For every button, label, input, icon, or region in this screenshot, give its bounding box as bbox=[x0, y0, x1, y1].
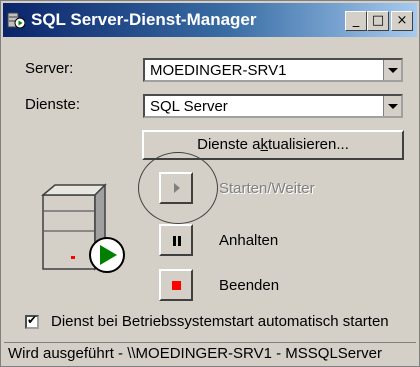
service-manager-window: SQL Server-Dienst-Manager _ □ × Server: … bbox=[0, 0, 420, 367]
server-combobox[interactable]: MOEDINGER-SRV1 bbox=[143, 58, 403, 82]
window-title: SQL Server-Dienst-Manager bbox=[31, 10, 257, 29]
chevron-down-icon[interactable] bbox=[383, 60, 401, 80]
sql-server-app-icon bbox=[7, 12, 25, 29]
pause-button[interactable] bbox=[159, 224, 193, 256]
highlight-circle bbox=[138, 152, 218, 224]
services-value: SQL Server bbox=[150, 98, 228, 115]
close-button[interactable]: × bbox=[391, 11, 413, 31]
pause-label: Anhalten bbox=[219, 232, 279, 249]
refresh-label-pre: Dienste a bbox=[197, 136, 261, 153]
refresh-label-post: tualisieren... bbox=[268, 136, 349, 153]
server-label: Server: bbox=[25, 60, 74, 77]
chevron-down-icon[interactable] bbox=[383, 96, 401, 116]
stop-label: Beenden bbox=[219, 277, 280, 294]
services-combobox[interactable]: SQL Server bbox=[143, 94, 403, 118]
pause-icon bbox=[173, 236, 181, 246]
status-bar: Wird ausgeführt - \\MOEDINGER-SRV1 - MSS… bbox=[4, 342, 416, 364]
autostart-label[interactable]: Dienst bei Betriebssystemstart automatis… bbox=[51, 313, 389, 330]
autostart-checkbox[interactable] bbox=[25, 313, 39, 329]
minimize-button[interactable]: _ bbox=[345, 11, 367, 31]
start-label: Starten/Weiter bbox=[219, 180, 315, 197]
stop-icon bbox=[172, 281, 181, 290]
stop-button[interactable] bbox=[159, 269, 193, 301]
server-value: MOEDINGER-SRV1 bbox=[150, 62, 287, 79]
server-status-icon bbox=[41, 183, 125, 273]
services-label: Dienste: bbox=[25, 96, 81, 113]
title-bar[interactable]: SQL Server-Dienst-Manager _ □ × bbox=[3, 3, 417, 37]
refresh-label-accel: k bbox=[260, 136, 269, 153]
maximize-button[interactable]: □ bbox=[367, 11, 389, 31]
